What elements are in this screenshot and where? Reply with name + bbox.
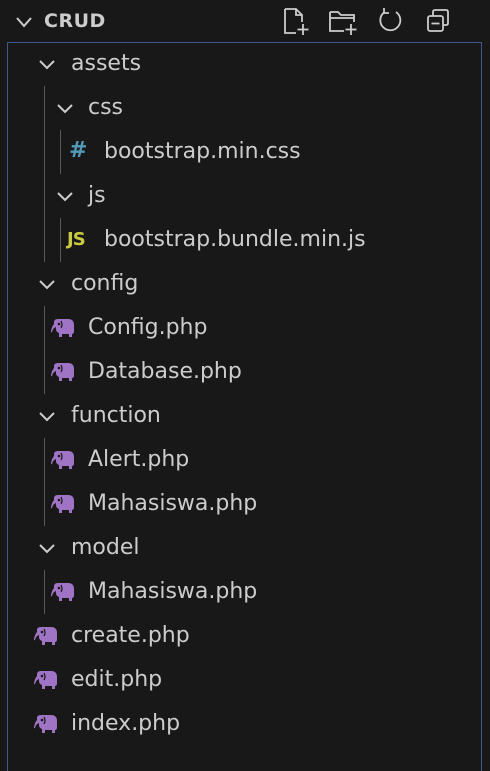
folder-config[interactable]: config	[0, 262, 490, 306]
folder-label: model	[71, 535, 140, 560]
folder-model[interactable]: model	[0, 526, 490, 570]
collapse-all-icon	[427, 9, 449, 32]
chevron-down-icon	[39, 412, 55, 422]
collapse-all-button[interactable]	[422, 5, 454, 37]
folder-function[interactable]: function	[0, 394, 490, 438]
php-elephant-icon	[34, 715, 57, 733]
css-file-icon: #	[69, 138, 88, 163]
php-elephant-icon	[34, 627, 57, 645]
file-config-php[interactable]: Config.php	[0, 306, 490, 350]
folder-css[interactable]: css	[0, 86, 490, 130]
folder-assets[interactable]: assets	[0, 42, 490, 86]
file-label: bootstrap.min.css	[104, 139, 301, 164]
chevron-down-icon	[39, 544, 55, 554]
refresh-button[interactable]	[374, 5, 406, 37]
folder-js[interactable]: js	[0, 174, 490, 218]
folder-label: function	[71, 403, 161, 428]
new-file-button[interactable]	[279, 5, 311, 37]
chevron-down-icon	[57, 192, 73, 202]
explorer-header[interactable]: CRUD	[0, 0, 490, 42]
folder-label: js	[88, 183, 106, 208]
php-elephant-icon	[51, 451, 74, 469]
file-model-mahasiswa-php[interactable]: Mahasiswa.php	[0, 570, 490, 614]
php-elephant-icon	[51, 363, 74, 381]
refresh-icon	[379, 8, 402, 32]
folder-label: config	[71, 271, 139, 296]
file-bootstrap-bundle-min-js[interactable]: JS bootstrap.bundle.min.js	[0, 218, 490, 262]
php-elephant-icon	[51, 583, 74, 601]
file-alert-php[interactable]: Alert.php	[0, 438, 490, 482]
new-file-icon	[284, 8, 309, 35]
file-database-php[interactable]: Database.php	[0, 350, 490, 394]
php-elephant-icon	[51, 319, 74, 337]
folder-label: assets	[71, 51, 142, 76]
file-label: Alert.php	[88, 447, 190, 472]
php-elephant-icon	[34, 671, 57, 689]
file-label: create.php	[71, 623, 190, 648]
file-bootstrap-min-css[interactable]: # bootstrap.min.css	[0, 130, 490, 174]
chevron-down-icon[interactable]	[14, 12, 34, 32]
js-file-icon: JS	[67, 229, 86, 250]
file-label: Mahasiswa.php	[88, 491, 258, 516]
chevron-down-icon	[39, 60, 55, 70]
new-folder-button[interactable]	[327, 5, 359, 37]
chevron-down-icon	[57, 104, 73, 114]
file-label: bootstrap.bundle.min.js	[104, 227, 366, 252]
file-create-php[interactable]: create.php	[0, 614, 490, 658]
file-label: index.php	[71, 711, 181, 736]
php-elephant-icon	[51, 495, 74, 513]
explorer-title: CRUD	[44, 10, 106, 32]
file-label: Mahasiswa.php	[88, 579, 258, 604]
file-edit-php[interactable]: edit.php	[0, 658, 490, 702]
folder-label: css	[88, 95, 124, 120]
file-label: edit.php	[71, 667, 163, 692]
file-label: Database.php	[88, 359, 242, 384]
file-label: Config.php	[88, 315, 208, 340]
file-function-mahasiswa-php[interactable]: Mahasiswa.php	[0, 482, 490, 526]
chevron-down-icon	[39, 280, 55, 290]
new-folder-icon	[329, 11, 357, 35]
file-index-php[interactable]: index.php	[0, 702, 490, 746]
